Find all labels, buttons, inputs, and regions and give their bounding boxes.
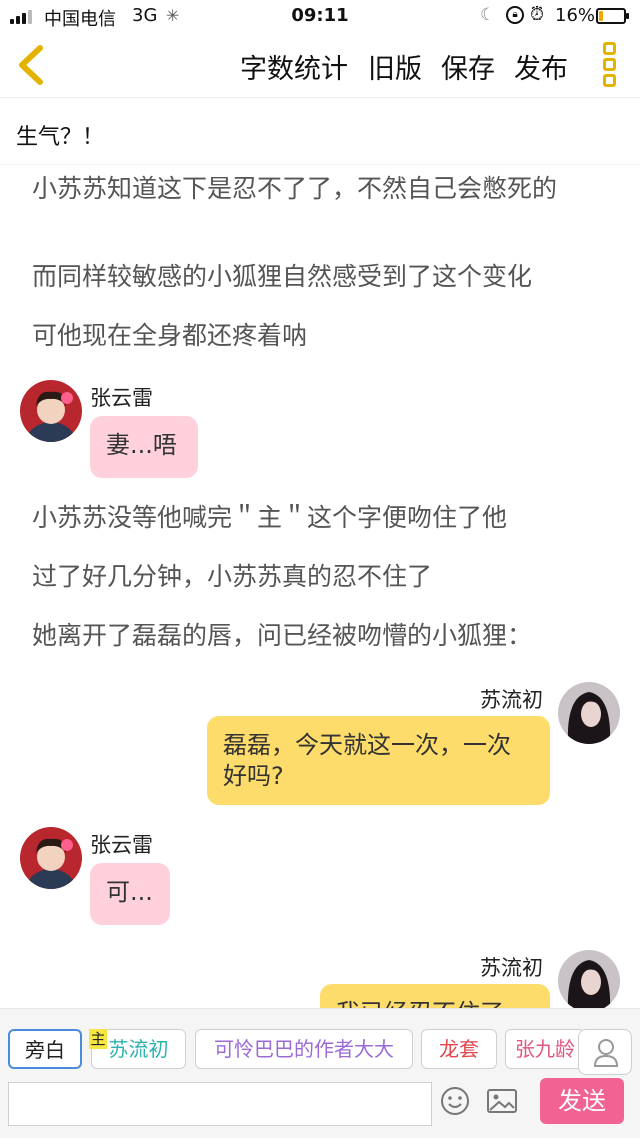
status-bar: 中国电信 3G ✳ 09:11 ☾ 🔒︎ ⏰︎ 16% xyxy=(0,0,640,34)
editor-toolbar: 字数统计 旧版 保存 发布 xyxy=(0,34,640,98)
message-input[interactable] xyxy=(8,1082,432,1126)
speaker-name: 张云雷 xyxy=(90,386,153,410)
person-icon xyxy=(593,1039,619,1067)
emoji-button[interactable] xyxy=(440,1086,470,1116)
alarm-icon: ⏰︎ xyxy=(530,4,545,25)
character-chip[interactable]: 张九龄 xyxy=(505,1029,585,1069)
input-bar: 发送 xyxy=(0,1078,640,1138)
avatar[interactable] xyxy=(558,682,620,744)
chat-bubble[interactable]: 可... xyxy=(90,863,170,925)
publish-button[interactable]: 发布 xyxy=(514,47,568,86)
narrator-chip[interactable]: 旁白 xyxy=(8,1029,82,1069)
narration-line: 小苏苏没等他喊完＂主＂这个字便吻住了他 xyxy=(32,503,508,532)
emoji-icon xyxy=(441,1087,469,1115)
narration-line: 可他现在全身都还疼着呐 xyxy=(32,321,308,350)
save-button[interactable]: 保存 xyxy=(441,47,495,86)
speaker-name: 苏流初 xyxy=(480,956,543,980)
main-character-badge: 主 xyxy=(89,1029,107,1049)
battery-icon xyxy=(596,8,629,24)
character-chip[interactable]: 龙套 xyxy=(421,1029,497,1069)
narration-line: 而同样较敏感的小狐狸自然感受到了这个变化 xyxy=(32,262,533,291)
manage-characters-button[interactable] xyxy=(578,1029,632,1075)
avatar-zhang-yunlei xyxy=(20,827,82,889)
avatar[interactable] xyxy=(20,380,82,442)
speaker-name: 张云雷 xyxy=(90,833,153,857)
back-arrow-icon xyxy=(19,45,43,85)
chapter-title: 生气？！ xyxy=(16,125,105,150)
battery-percent: 16% xyxy=(555,5,596,26)
narration-line: 她离开了磊磊的唇，问已经被吻懵的小狐狸： xyxy=(32,621,533,650)
image-button[interactable] xyxy=(486,1086,518,1116)
chat-bubble[interactable]: 妻...唔 xyxy=(90,416,198,478)
avatar-su-liuchu xyxy=(558,682,620,744)
rotation-lock-icon: 🔒︎ xyxy=(506,6,524,24)
chapter-title-bar[interactable]: 生气？！ xyxy=(0,99,640,165)
avatar-zhang-yunlei xyxy=(20,380,82,442)
chat-bubble[interactable]: 我已经忍不住了 xyxy=(320,984,550,1008)
story-content[interactable]: 小苏苏知道这下是忍不了了，不然自己会憋死的 而同样较敏感的小狐狸自然感受到了这个… xyxy=(0,166,640,1008)
avatar[interactable] xyxy=(558,950,620,1008)
avatar-su-liuchu xyxy=(558,950,620,1008)
image-icon xyxy=(487,1089,517,1113)
old-version-button[interactable]: 旧版 xyxy=(368,47,422,86)
avatar[interactable] xyxy=(20,827,82,889)
narration-line: 过了好几分钟，小苏苏真的忍不住了 xyxy=(32,562,433,591)
narration-line: 小苏苏知道这下是忍不了了，不然自己会憋死的 xyxy=(32,174,558,203)
speaker-name: 苏流初 xyxy=(480,688,543,712)
moon-icon: ☾ xyxy=(480,5,496,25)
send-button[interactable]: 发送 xyxy=(540,1078,624,1124)
character-selector: 旁白 苏流初 主 可怜巴巴的作者大大 龙套 张九龄 xyxy=(0,1008,640,1078)
word-count-button[interactable]: 字数统计 xyxy=(240,47,348,86)
chat-bubble[interactable]: 磊磊，今天就这一次，一次好吗? xyxy=(207,716,550,805)
more-menu-icon[interactable] xyxy=(598,42,620,90)
character-chip[interactable]: 可怜巴巴的作者大大 xyxy=(195,1029,413,1069)
back-button[interactable] xyxy=(12,42,52,88)
